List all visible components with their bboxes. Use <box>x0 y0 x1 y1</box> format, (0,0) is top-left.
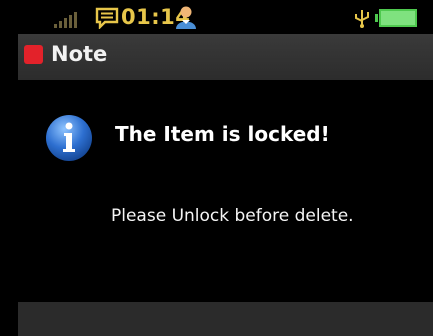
note-icon <box>24 45 43 64</box>
soft-key-bar <box>18 302 433 336</box>
usb-icon <box>355 10 369 28</box>
page-title: Note <box>51 42 108 66</box>
battery-icon <box>375 9 417 27</box>
status-bar: 01:14 <box>18 0 433 34</box>
signal-bars-icon <box>54 12 94 28</box>
title-bar: Note <box>18 34 433 80</box>
user-icon <box>176 6 196 29</box>
dialog-message: Please Unlock before delete. <box>111 206 354 226</box>
info-icon <box>46 115 92 161</box>
dialog-heading: The Item is locked! <box>115 122 330 146</box>
dialog-content: The Item is locked! Please Unlock before… <box>18 80 433 302</box>
message-icon <box>95 7 119 29</box>
device-screen: 01:14 Note The Item is locked! Please Un… <box>18 0 433 336</box>
